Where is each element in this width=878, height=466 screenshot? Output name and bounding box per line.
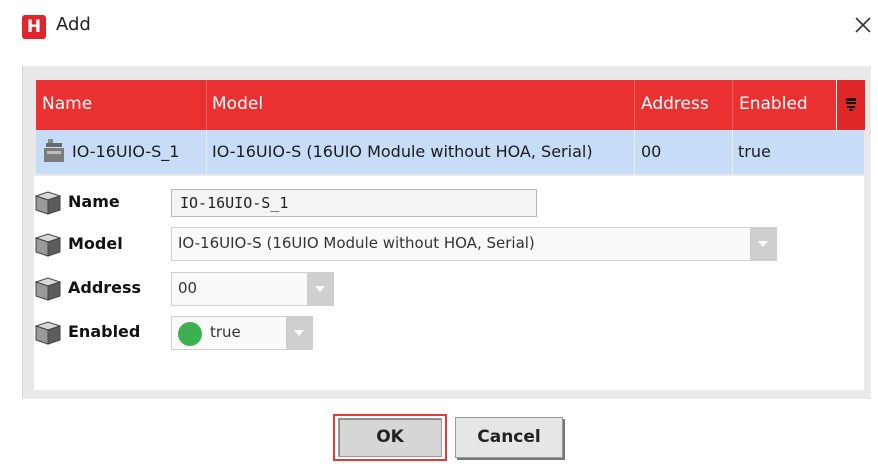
- column-header-model[interactable]: Model: [212, 94, 263, 114]
- column-divider: [206, 80, 207, 130]
- model-dropdown-button[interactable]: [750, 228, 776, 260]
- property-icon: [34, 191, 62, 215]
- table-header: Name Model Address Enabled: [36, 80, 865, 130]
- dropdown-arrow-icon: [315, 286, 325, 292]
- device-table: Name Model Address Enabled IO-16UIO-S_1 …: [36, 80, 865, 174]
- app-icon: H: [22, 15, 46, 39]
- name-label: Name: [68, 192, 120, 211]
- ok-button[interactable]: OK: [338, 418, 442, 457]
- close-icon: [855, 17, 871, 33]
- row-address: 00: [641, 142, 662, 161]
- address-select-value: 00: [178, 279, 198, 297]
- enabled-dropdown-button[interactable]: [286, 317, 312, 349]
- model-select[interactable]: IO-16UIO-S (16UIO Module without HOA, Se…: [171, 227, 777, 261]
- dropdown-arrow-icon: [758, 241, 768, 247]
- enabled-select[interactable]: true: [171, 316, 313, 350]
- column-divider: [206, 130, 207, 174]
- column-header-address[interactable]: Address: [641, 94, 709, 114]
- column-divider: [732, 80, 733, 130]
- column-menu-button[interactable]: [836, 80, 865, 130]
- property-icon: [34, 233, 62, 257]
- column-header-name[interactable]: Name: [42, 94, 92, 114]
- name-field[interactable]: IO-16UIO-S_1: [171, 189, 537, 217]
- window-title: Add: [56, 14, 91, 35]
- model-select-value: IO-16UIO-S (16UIO Module without HOA, Se…: [178, 234, 535, 252]
- row-model: IO-16UIO-S (16UIO Module without HOA, Se…: [212, 142, 593, 161]
- device-icon: [44, 139, 64, 162]
- property-icon: [34, 321, 62, 345]
- column-divider: [634, 80, 635, 130]
- row-enabled: true: [738, 142, 771, 161]
- address-dropdown-button[interactable]: [307, 273, 333, 305]
- cancel-button[interactable]: Cancel: [455, 417, 563, 458]
- property-icon: [34, 277, 62, 301]
- column-header-enabled[interactable]: Enabled: [739, 94, 808, 114]
- enabled-select-value: true: [210, 323, 241, 341]
- enabled-status-dot: [178, 322, 202, 346]
- address-select[interactable]: 00: [171, 272, 334, 306]
- column-divider: [634, 130, 635, 174]
- table-row[interactable]: IO-16UIO-S_1 IO-16UIO-S (16UIO Module wi…: [36, 130, 864, 174]
- dropdown-arrow-icon: [294, 330, 304, 336]
- address-label: Address: [68, 278, 142, 297]
- model-label: Model: [68, 234, 123, 253]
- close-button[interactable]: [852, 12, 874, 38]
- column-menu-icon: [846, 98, 856, 111]
- enabled-label: Enabled: [68, 322, 141, 341]
- row-name: IO-16UIO-S_1: [72, 142, 180, 161]
- column-divider: [732, 130, 733, 174]
- title-bar: H Add: [0, 0, 878, 52]
